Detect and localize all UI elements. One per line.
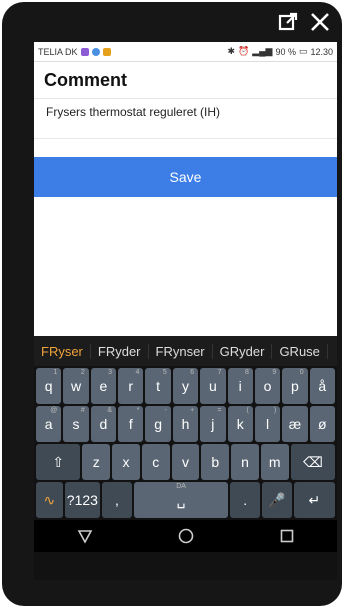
key-row-3: ⇧ z x c v b n m ⌫ xyxy=(34,444,337,480)
window-controls xyxy=(276,10,332,34)
swype-key[interactable]: ∿ xyxy=(36,482,63,518)
backspace-icon: ⌫ xyxy=(302,453,323,470)
suggestion-item[interactable]: FRyder xyxy=(91,343,149,359)
signal-icon: ▂▄▆ xyxy=(252,46,273,56)
phone-frame: TELIA DK ✱ ⏰ ▂▄▆ 90 % ▭ 12.30 Comment Fr… xyxy=(2,2,342,606)
shift-key[interactable]: ⇧ xyxy=(36,444,81,480)
home-button[interactable] xyxy=(177,527,195,545)
key[interactable]: # s xyxy=(63,406,89,442)
key[interactable]: (k xyxy=(227,406,253,442)
chat-notification-icon xyxy=(91,47,100,56)
key[interactable]: 8i xyxy=(227,368,253,404)
key[interactable]: 2w xyxy=(63,368,89,404)
clock-time: 12.30 xyxy=(310,46,333,57)
mic-key[interactable]: 🎤 xyxy=(262,482,292,518)
close-icon[interactable] xyxy=(308,10,332,34)
message-notification-icon xyxy=(102,47,111,56)
suggestion-item[interactable]: GRyder xyxy=(213,343,273,359)
app-screen: TELIA DK ✱ ⏰ ▂▄▆ 90 % ▭ 12.30 Comment Fr… xyxy=(34,42,337,580)
enter-key[interactable]: ↵ xyxy=(293,482,336,518)
key[interactable]: x xyxy=(112,444,140,480)
key[interactable]: @ a xyxy=(36,406,62,442)
key[interactable]: 6y xyxy=(172,368,199,404)
navigation-bar xyxy=(34,520,337,552)
key[interactable]: 7u xyxy=(200,368,226,404)
key-row-4: ∿ ?123 , DA ␣ . 🎤 ↵ xyxy=(34,482,337,518)
bluetooth-icon: ✱ xyxy=(227,46,235,56)
app-notification-icon xyxy=(80,47,89,56)
carrier-label: TELIA DK xyxy=(38,46,78,57)
page-title: Comment xyxy=(34,62,337,99)
open-external-icon[interactable] xyxy=(276,10,300,34)
shift-icon: ⇧ xyxy=(52,453,65,470)
key[interactable]: 4r xyxy=(118,368,144,404)
soft-keyboard: FRyser FRyder FRynser GRyder GRuse 1q 2w… xyxy=(34,336,337,580)
battery-percentage: 90 % xyxy=(275,46,296,57)
suggestion-item[interactable]: FRynser xyxy=(149,343,213,359)
back-button[interactable] xyxy=(76,527,94,545)
symbols-key[interactable]: ?123 xyxy=(64,482,101,518)
key[interactable]: + h xyxy=(172,406,199,442)
key[interactable]: c xyxy=(141,444,170,480)
key[interactable]: 5t xyxy=(145,368,171,404)
period-key[interactable]: . xyxy=(230,482,260,518)
key[interactable]: 3e xyxy=(90,368,117,404)
key[interactable]: m xyxy=(260,444,289,480)
key[interactable]: n xyxy=(231,444,259,480)
key[interactable]: ) l xyxy=(254,406,281,442)
key[interactable]: b xyxy=(201,444,230,480)
save-button[interactable]: Save xyxy=(34,157,337,197)
key[interactable]: * f xyxy=(118,406,144,442)
key[interactable]: = j xyxy=(200,406,226,442)
status-bar: TELIA DK ✱ ⏰ ▂▄▆ 90 % ▭ 12.30 xyxy=(34,42,337,62)
backspace-key[interactable]: ⌫ xyxy=(290,444,336,480)
key-row-1: 1q 2w 3e 4r 5t 6y 7u 8i 9o 0p å xyxy=(34,368,337,404)
key[interactable]: 9o xyxy=(254,368,281,404)
comma-key[interactable]: , xyxy=(102,482,132,518)
alarm-icon: ⏰ xyxy=(237,46,250,56)
key[interactable]: -g xyxy=(145,406,171,442)
key[interactable]: 0p xyxy=(282,368,308,404)
key-row-2: @ a # s & d * f -g + h = j (k ) l æ ø xyxy=(34,406,337,442)
battery-icon: ▭ xyxy=(298,46,308,56)
key[interactable]: z xyxy=(82,444,111,480)
space-key[interactable]: DA ␣ xyxy=(133,482,229,518)
key[interactable]: æ xyxy=(282,406,308,442)
suggestion-bar: FRyser FRyder FRynser GRyder GRuse xyxy=(34,336,337,366)
key[interactable]: & d xyxy=(90,406,117,442)
key[interactable]: å xyxy=(309,368,335,404)
key[interactable]: v xyxy=(171,444,200,480)
recents-button[interactable] xyxy=(278,527,296,545)
enter-icon: ↵ xyxy=(308,491,321,508)
key[interactable]: 1q xyxy=(36,368,62,404)
microphone-icon: 🎤 xyxy=(268,491,286,508)
suggestion-item[interactable]: FRyser xyxy=(34,343,91,359)
comment-input[interactable]: Frysers thermostat reguleret (IH) xyxy=(34,99,337,139)
swype-icon: ∿ xyxy=(43,491,56,508)
suggestion-item[interactable]: GRuse xyxy=(272,343,328,359)
key[interactable]: ø xyxy=(309,406,335,442)
